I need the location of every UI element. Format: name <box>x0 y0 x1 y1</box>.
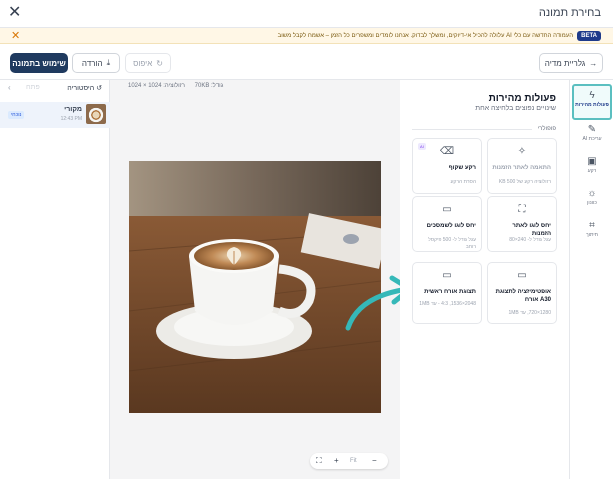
beta-badge: BETA <box>577 31 601 41</box>
action-card-desc: 2048×1536, 4:3 - עד 1MB <box>419 301 476 307</box>
history-label: ↺ היסטוריה <box>67 84 102 92</box>
tv-icon: ▭ <box>442 270 452 281</box>
close-icon[interactable]: ✕ <box>8 5 24 21</box>
zoom-out-button[interactable]: − <box>372 455 377 467</box>
dialog-title: בחירת תמונה <box>538 7 601 19</box>
zoom-in-button[interactable]: + <box>334 455 339 467</box>
action-card-desc: 1280×720, עד 1MB <box>508 310 551 316</box>
image-info: גודל: 70KB רזולוציה: 1024 × 1024 <box>120 83 223 89</box>
sun-icon: ☼ <box>587 188 597 199</box>
reset-button[interactable]: ↻ איפוס <box>125 53 171 73</box>
panel-title: פעולות מהירות <box>488 93 556 104</box>
image-editor-dialog: ✕ בחירת תמונה ✕ העמודה החדשה עם כלי AI ע… <box>0 0 613 479</box>
action-card-desc: עגל גודל ל- 500 פיקסל רוחב <box>428 237 476 250</box>
action-card-name: תצוגת אורח ראשית <box>424 289 476 295</box>
tool-rail: ϟ פעולות מהירות ✎ עריכת AI ▣ רקע ☼ כוונו… <box>570 80 613 479</box>
action-card-name: יחס לוגו לשמסכים <box>426 223 476 229</box>
history-thumbnail <box>86 104 106 124</box>
history-title: היסטוריה <box>67 85 95 92</box>
monitor-icon: ▭ <box>517 270 527 281</box>
history-item[interactable]: מקורי 12:43 PM נוכחי <box>0 102 110 128</box>
beta-banner: ✕ העמודה החדשה עם כלי AI עלולה להכיל אי-… <box>0 28 613 44</box>
current-badge: נוכחי <box>8 111 25 119</box>
action-card-name: רקע שקוף <box>448 165 476 171</box>
action-card-name: יחס לוגו לאתר הזמנות <box>512 223 551 237</box>
use-image-button[interactable]: שימוש בתמונה <box>10 53 68 73</box>
back-to-gallery-button[interactable]: → גלריית מדיה <box>539 53 603 73</box>
panel-subtitle: שינויים נפוצים בלחיצה אחת <box>475 105 556 112</box>
action-card-desc: רזולוציה רקע של 500 KB <box>498 179 551 185</box>
zoom-level: Fit <box>350 458 357 464</box>
history-panel: ‹ פתח ↺ היסטוריה מקורי 12:43 PM נוכחי <box>0 80 110 479</box>
download-button[interactable]: ⤓ הורדה <box>72 53 120 73</box>
ai-badge: AI <box>418 143 426 150</box>
rail-item-ai-edit[interactable]: ✎ עריכת AI <box>572 120 612 156</box>
arrow-right-icon: → <box>589 58 598 68</box>
frame-icon: ▭ <box>442 204 452 215</box>
toolbar: שימוש בתמונה ⤓ הורדה ↻ איפוס → גלריית מד… <box>0 44 613 80</box>
spark-icon: ✧ <box>517 146 527 157</box>
back-label: גלריית מדיה <box>544 58 586 68</box>
action-card-transparent-bg[interactable]: AI ⌫ רקע שקוף הסרת הרקע <box>412 138 482 194</box>
image-dimensions: רזולוציה: 1024 × 1024 <box>128 83 185 89</box>
download-icon: ⤓ <box>106 58 111 67</box>
action-card-desc: הסרת הרקע <box>450 179 476 185</box>
image-size: גודל: 70KB <box>194 83 224 89</box>
action-card-guest-display-optimize[interactable]: ▭ אופטימיזציה לתצוגת A30 אורח 1280×720, … <box>487 262 557 324</box>
reset-label: איפוס <box>133 58 153 68</box>
rail-item-label: כוונון <box>587 200 597 206</box>
chevron-left-icon[interactable]: ‹ <box>8 83 11 92</box>
use-image-label: שימוש בתמונה <box>12 58 66 68</box>
crop-icon: ⌗ <box>589 220 595 231</box>
history-item-name: מקורי <box>64 106 82 113</box>
section-label: פופולרי <box>537 126 556 132</box>
rail-item-label: רקע <box>587 168 597 174</box>
rail-item-label: פעולות מהירות <box>575 102 609 108</box>
action-card-booking-site[interactable]: ✧ התאמה לאתר הזמנות רזולוציה רקע של 500 … <box>487 138 557 194</box>
magic-wand-icon: ✎ <box>587 124 597 135</box>
history-header: ‹ פתח ↺ היסטוריה <box>0 80 110 96</box>
action-card-desc: עגל גודל ל- 240×80 <box>509 237 551 243</box>
title-bar: ✕ בחירת תמונה <box>0 0 613 28</box>
rail-item-quick-actions[interactable]: ϟ פעולות מהירות <box>572 84 612 120</box>
eraser-icon: ⌫ <box>439 146 455 157</box>
action-card-name: אופטימיזציה לתצוגת A30 אורח <box>495 289 551 303</box>
banner-message: העמודה החדשה עם כלי AI עלולה להכיל אי-די… <box>277 33 573 39</box>
rail-item-label: חיתוך <box>586 232 598 238</box>
action-card-name: התאמה לאתר הזמנות <box>492 165 551 171</box>
lightning-icon: ϟ <box>589 90 595 101</box>
action-card-logo-screens[interactable]: ▭ יחס לוגו לשמסכים עגל גודל ל- 500 פיקסל… <box>412 196 482 252</box>
redo-link[interactable]: פתח <box>26 84 40 91</box>
section-divider <box>412 129 532 130</box>
history-item-time: 12:43 PM <box>60 116 82 122</box>
action-card-logo-booking[interactable]: ⛶ יחס לוגו לאתר הזמנות עגל גודל ל- 240×8… <box>487 196 557 252</box>
quick-actions-panel: פעולות מהירות שינויים נפוצים בלחיצה אחת … <box>400 80 570 479</box>
rail-item-label: עריכת AI <box>582 136 602 142</box>
reset-icon: ↻ <box>156 58 163 68</box>
action-card-main-guest-display[interactable]: ▭ תצוגת אורח ראשית 2048×1536, 4:3 - עד 1… <box>412 262 482 324</box>
fullscreen-icon[interactable]: ⛶ <box>316 455 322 467</box>
rail-item-background[interactable]: ▣ רקע <box>572 152 612 188</box>
history-clock-icon: ↺ <box>96 85 102 92</box>
rail-item-adjust[interactable]: ☼ כוונון <box>572 184 612 220</box>
crop-icon: ⛶ <box>518 204 526 215</box>
download-label: הורדה <box>81 58 103 68</box>
dismiss-banner-icon[interactable]: ✕ <box>11 29 20 43</box>
rail-item-crop[interactable]: ⌗ חיתוך <box>572 216 612 252</box>
image-icon: ▣ <box>587 156 597 167</box>
zoom-controls: ⛶ + Fit − <box>310 453 388 469</box>
